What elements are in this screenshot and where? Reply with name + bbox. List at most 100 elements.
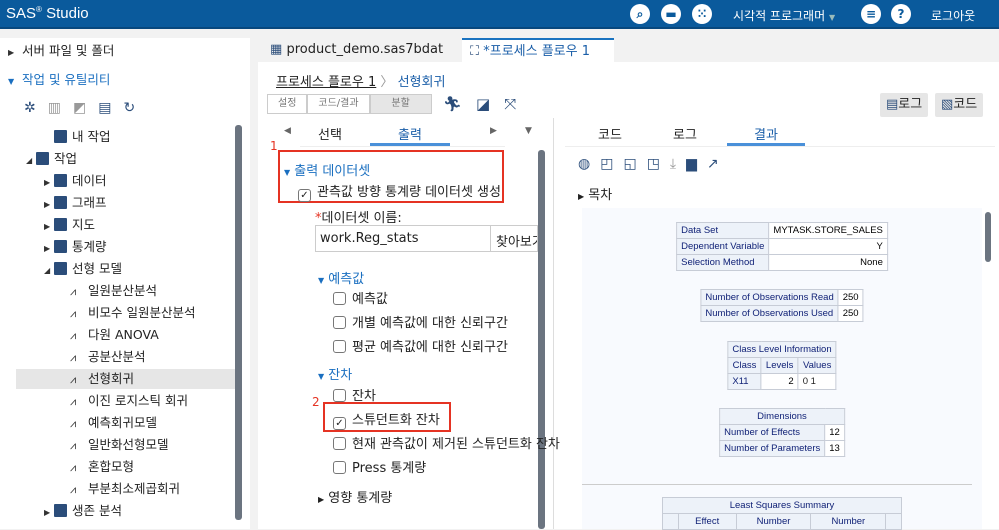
residual-section[interactable]: ▼ 잔차 (318, 364, 352, 383)
tab-selection[interactable]: 선택 (300, 124, 360, 146)
breadcrumb-current: 선형회귀 (397, 75, 446, 90)
search-icon[interactable]: ⌕ (630, 4, 650, 24)
save-icon[interactable]: ◪ (476, 95, 504, 113)
predicted-section[interactable]: ▼ 예측값 (318, 268, 364, 287)
table-of-contents[interactable]: ▶ 목차 (578, 184, 612, 203)
predicted-option[interactable]: 개별 예측값에 대한 신뢰구간 (333, 312, 508, 331)
settings-segment[interactable]: 설정 (267, 94, 308, 114)
tree-item[interactable]: ⩘ 혼합모형 (0, 457, 134, 477)
caret-right-icon[interactable]: ▶ (44, 217, 54, 237)
tree-item[interactable]: ◢ 작업 (0, 149, 77, 169)
properties-icon[interactable]: ▤ (98, 100, 123, 116)
results-scrollbar[interactable] (985, 212, 991, 262)
tree-item[interactable]: ⩘ 다원 ANOVA (0, 325, 159, 345)
results-table: Class Level Information Class Levels Values… (727, 341, 837, 390)
options-scrollbar[interactable] (538, 150, 545, 529)
create-dataset-checkbox[interactable]: ✓ 관측값 방향 통계량 데이터셋 생성 (298, 181, 501, 202)
tab-results[interactable]: 결과 (727, 124, 805, 146)
checkbox[interactable] (333, 437, 346, 450)
table-cell: Y (768, 238, 888, 255)
table-cell: Values (797, 357, 837, 374)
tree-item-label: 선형 모델 (72, 261, 122, 276)
breadcrumb-root[interactable]: 프로세스 플로우 1 (276, 75, 376, 90)
checkbox[interactable] (333, 340, 346, 353)
predicted-option[interactable]: 예측값 (333, 288, 388, 307)
tree-item-label: 선형회귀 (88, 371, 135, 386)
influence-section[interactable]: ▶ 영향 통계량 (318, 487, 392, 506)
download-icon[interactable]: ⤓ (670, 156, 686, 172)
predicted-option[interactable]: 평균 예측값에 대한 신뢰구간 (333, 336, 508, 355)
checkbox[interactable] (333, 389, 346, 402)
print-icon[interactable]: ▆ (686, 156, 707, 172)
tree-item[interactable]: ⩘ 일원분산분석 (0, 281, 157, 301)
apps-icon[interactable]: ⁙ (692, 4, 712, 24)
tree-item[interactable]: ⩘ 비모수 일원분산분석 (0, 303, 195, 323)
checkbox[interactable] (333, 292, 346, 305)
caret-right-icon[interactable]: ▶ (44, 195, 54, 215)
tree-item[interactable]: ◢ 선형 모델 (0, 259, 122, 279)
dataset-name-input[interactable]: work.Reg_stats (315, 225, 491, 252)
caret-down-icon[interactable]: ◢ (44, 261, 54, 281)
tree-item[interactable]: ⩘ 공분산분석 (0, 347, 146, 367)
caret-down-icon[interactable]: ◢ (26, 151, 36, 171)
tree-item[interactable]: ▶ 통계량 (0, 237, 107, 257)
tasks-utilities-section[interactable]: ▼ 작업 및 유틸리티 (8, 70, 110, 90)
run-icon[interactable]: 🏃︎ (443, 95, 476, 113)
code-button[interactable]: ▧코드 (935, 93, 984, 117)
tree-item[interactable]: ⩘ 부분최소제곱회귀 (0, 479, 180, 499)
server-files-section[interactable]: ▶ 서버 파일 및 폴더 (8, 41, 114, 61)
table-cell: Number (735, 513, 812, 530)
tab-menu-icon[interactable]: ▼ (525, 126, 532, 136)
residual-option[interactable]: 현재 관측값이 제거된 스튜던트화 잔차 (333, 433, 560, 452)
residual-option[interactable]: Press 통계량 (333, 457, 426, 476)
maximize-icon[interactable]: ⤧ (504, 95, 530, 113)
pdf-icon[interactable]: ◰ (600, 156, 623, 172)
tab-output[interactable]: 출력 (370, 124, 450, 146)
tree-item[interactable]: ⩘ 예측회귀모델 (0, 413, 157, 433)
output-dataset-section[interactable]: ▼ 출력 데이터셋 (284, 160, 370, 179)
mode-dropdown[interactable]: 시각적 프로그래머 ▼ (733, 7, 835, 24)
tree-item[interactable]: ▶ 지도 (0, 215, 95, 235)
splitter[interactable] (553, 118, 554, 529)
tree-item[interactable]: ⩘ 일반화선형모델 (0, 435, 169, 455)
split-segment[interactable]: 분할 (369, 94, 432, 114)
table-row: X11 2 0 1 (727, 373, 837, 390)
html-icon[interactable]: ◍ (578, 156, 600, 172)
menu-icon[interactable]: ≡ (861, 4, 881, 24)
caret-right-icon[interactable]: ▶ (44, 173, 54, 193)
task-icon: ⩘ (70, 373, 77, 386)
refresh-icon[interactable]: ↻ (123, 100, 147, 116)
checkbox[interactable] (333, 316, 346, 329)
folder-icon[interactable]: ▬ (661, 4, 681, 24)
log-button[interactable]: ▤로그 (880, 93, 929, 117)
navigation-pane: ▶ 서버 파일 및 폴더 ▼ 작업 및 유틸리티 ✲▥◩▤↻ 내 작업 ◢ 작업 ▶ 데… (0, 38, 250, 529)
tree-item[interactable]: ⩘ 선형회귀 (16, 369, 235, 389)
tab-code[interactable]: 코드 (580, 124, 640, 146)
caret-right-icon[interactable]: ▶ (44, 503, 54, 523)
tab-process-flow[interactable]: ⛶ *프로세스 플로우 1 x (462, 38, 614, 83)
code-results-segment[interactable]: 코드/결과 (307, 94, 370, 114)
rtf-icon[interactable]: ◱ (623, 156, 646, 172)
scroll-right-icon[interactable]: ▶ (490, 126, 497, 136)
tree-item[interactable]: 내 작업 (0, 127, 110, 147)
tree-item[interactable]: ▶ 생존 분석 (0, 501, 122, 521)
checkbox[interactable] (333, 461, 346, 474)
browse-button[interactable]: 찾아보기 (490, 225, 538, 252)
scroll-left-icon[interactable]: ◀ (284, 126, 291, 136)
popout-icon[interactable]: ↗ (707, 156, 729, 172)
word-icon[interactable]: ◳ (647, 156, 670, 172)
tree-item[interactable]: ⩘ 이진 로지스틱 회귀 (0, 391, 188, 411)
caret-right-icon[interactable]: ▶ (44, 239, 54, 259)
tab-log[interactable]: 로그 (655, 124, 715, 146)
edit-icon[interactable]: ◩ (73, 100, 98, 116)
checkbox-checked[interactable]: ✓ (298, 189, 311, 202)
delete-icon[interactable]: ▥ (48, 100, 73, 116)
option-label: 예측값 (352, 292, 388, 307)
tab-product-demo[interactable]: ▦ product_demo.sas7bdat x (262, 38, 462, 81)
tree-item[interactable]: ▶ 데이터 (0, 171, 107, 191)
left-scrollbar[interactable] (235, 125, 242, 520)
new-task-icon[interactable]: ✲ (24, 100, 48, 116)
logout-link[interactable]: 로그아웃 (931, 7, 975, 24)
tree-item[interactable]: ▶ 그래프 (0, 193, 107, 213)
help-icon[interactable]: ? (891, 4, 911, 24)
